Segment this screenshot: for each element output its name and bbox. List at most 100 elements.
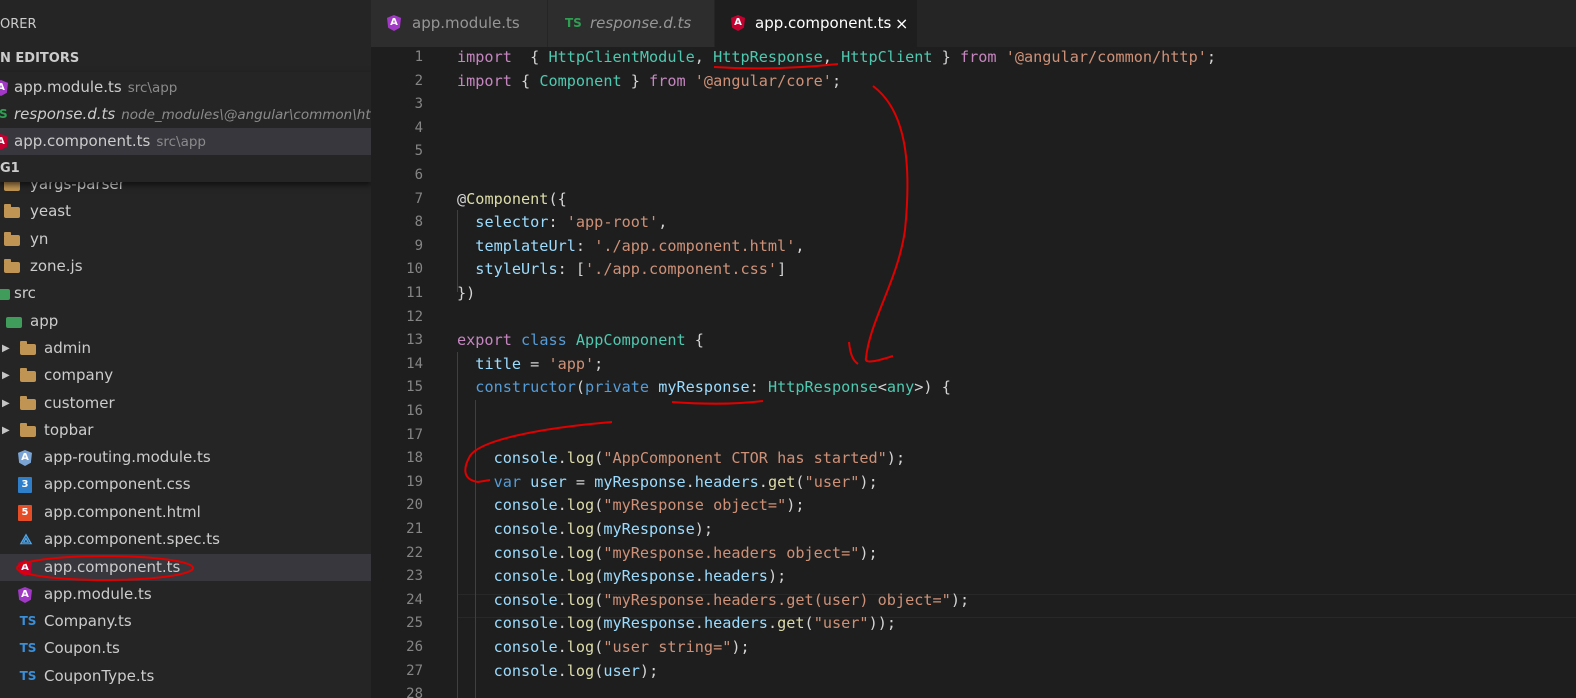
code-token: , (658, 213, 668, 232)
code-line[interactable]: console.log("AppComponent CTOR has start… (457, 446, 906, 470)
tree-item[interactable]: Aapp-routing.module.ts (0, 444, 371, 471)
code-token: ); (639, 661, 659, 680)
code-line[interactable]: console.log("myResponse.headers.get(user… (457, 588, 970, 612)
tree-item[interactable]: TS Company.ts (0, 608, 371, 635)
tree-item[interactable]: src (0, 280, 371, 307)
code-line[interactable]: console.log(user); (457, 659, 659, 683)
code-token: , (795, 236, 805, 255)
tree-item-label: zone.js (30, 257, 83, 275)
code-token: ( (575, 378, 586, 397)
code-line[interactable]: console.log("myResponse object="); (457, 493, 805, 517)
code-token: private (585, 378, 650, 397)
code-token: user (530, 472, 567, 491)
chevron-right-icon[interactable]: ▶ (2, 362, 10, 389)
line-number: 26 (406, 639, 423, 655)
chevron-right-icon[interactable]: ▶ (2, 417, 10, 444)
code-token: console (493, 449, 558, 468)
code-token: , (822, 48, 842, 66)
code-token: "myResponse.headers.get(user) object=" (603, 590, 951, 609)
tree-item-label: app-routing.module.ts (44, 448, 211, 466)
tree-item-label: company (44, 366, 114, 384)
code-token: templateUrl (475, 236, 576, 255)
code-editor[interactable]: A app.module.ts TS response.d.ts A app.c… (371, 0, 1576, 698)
tree-item[interactable]: Aapp.module.ts (0, 581, 371, 608)
code-line[interactable]: import { HttpClientModule, HttpResponse,… (457, 45, 1216, 69)
tree-item[interactable]: ▶ customer (0, 390, 371, 417)
project-header[interactable]: G1 (0, 158, 20, 180)
code-token: headers (703, 567, 768, 586)
open-editor-label: app.component.ts (14, 132, 151, 150)
code-line[interactable]: constructor(private myResponse: HttpResp… (457, 375, 951, 399)
chevron-right-icon[interactable]: ▶ (2, 390, 10, 417)
code-token: "myResponse.headers object=" (603, 543, 860, 562)
code-line[interactable]: console.log("myResponse.headers object="… (457, 541, 878, 565)
angular-icon: A (18, 450, 32, 466)
open-editor-app-component[interactable]: A app.component.ts src\app (0, 128, 371, 155)
tree-item[interactable]: yn (0, 226, 371, 253)
open-editor-desc: node_modules\@angular\common\http... (121, 107, 371, 123)
code-line[interactable]: var user = myResponse.headers.get("user"… (457, 470, 878, 494)
code-line[interactable]: import { Component } from '@angular/core… (457, 69, 841, 93)
code-token: Component (539, 71, 622, 90)
tree-item[interactable]: app (0, 308, 371, 335)
tree-item[interactable]: TS CouponType.ts (0, 663, 371, 690)
ts-icon: TS (565, 16, 582, 30)
code-line[interactable]: styleUrls: ['./app.component.css'] (457, 257, 786, 281)
code-line[interactable]: console.log(myResponse.headers.get("user… (457, 611, 896, 635)
code-token: : [ (557, 260, 586, 279)
tree-item[interactable]: Aapp.component.ts (0, 554, 371, 581)
tree-item[interactable]: ⟁ app.component.spec.ts (0, 526, 371, 553)
tree-item[interactable]: ▶ topbar (0, 417, 371, 444)
open-editors-header[interactable]: N EDITORS (0, 48, 79, 70)
code-line[interactable]: templateUrl: './app.component.html', (457, 234, 805, 258)
code-token: import (457, 48, 512, 66)
code-token: import (457, 71, 512, 90)
code-token: HttpClient (841, 48, 933, 66)
tree-item[interactable]: ▶ company (0, 362, 371, 389)
tab-response-d-ts[interactable]: TS response.d.ts (548, 0, 715, 47)
code-line[interactable]: title = 'app'; (457, 352, 603, 376)
code-line[interactable]: console.log("user string="); (457, 635, 750, 659)
code-token: < (877, 378, 887, 397)
folder-icon (4, 259, 20, 273)
code-token: ); (950, 590, 970, 609)
close-icon[interactable]: × (895, 0, 908, 47)
tab-app-component[interactable]: A app.component.ts × (715, 0, 918, 47)
code-token: myResponse (603, 520, 695, 538)
tree-item[interactable]: TS Coupon.ts (0, 635, 371, 662)
line-number: 9 (414, 237, 423, 254)
line-number: 14 (406, 355, 423, 372)
open-editor-response-d-ts[interactable]: S response.d.ts node_modules\@angular\com… (0, 101, 371, 128)
code-line[interactable]: console.log(myResponse.headers); (457, 564, 787, 588)
code-token: ( (594, 449, 604, 468)
tab-app-module[interactable]: A app.module.ts (371, 0, 548, 47)
line-number: 11 (406, 285, 423, 301)
code-token: . (767, 614, 778, 633)
open-editor-app-module[interactable]: A app.module.ts src\app (0, 74, 371, 101)
code-token: 'app-root' (566, 213, 659, 232)
line-number: 23 (406, 568, 423, 585)
tree-item[interactable]: yeast (0, 198, 371, 225)
line-number: 16 (406, 403, 423, 419)
code-line[interactable]: console.log(myResponse); (457, 517, 714, 541)
tree-item[interactable]: 3 app.component.css (0, 471, 371, 498)
code-line[interactable]: export class AppComponent { (457, 328, 704, 352)
line-number: 28 (406, 686, 423, 698)
code-token: title (475, 354, 522, 373)
line-number: 5 (414, 143, 423, 160)
tree-item[interactable]: 5 app.component.html (0, 499, 371, 526)
code-token: log (566, 638, 595, 656)
html-icon: 5 (18, 505, 32, 521)
code-line[interactable]: selector: 'app-root', (457, 210, 667, 234)
code-token: get (767, 472, 796, 491)
code-token: console (493, 614, 558, 633)
tree-item[interactable]: zone.js (0, 253, 371, 280)
code-token: '@angular/common/http' (1005, 48, 1207, 66)
code-line[interactable]: @Component({ (457, 187, 567, 211)
code-line[interactable]: }) (457, 281, 475, 305)
chevron-right-icon[interactable]: ▶ (2, 335, 10, 362)
tree-item[interactable]: ▶ admin (0, 335, 371, 362)
